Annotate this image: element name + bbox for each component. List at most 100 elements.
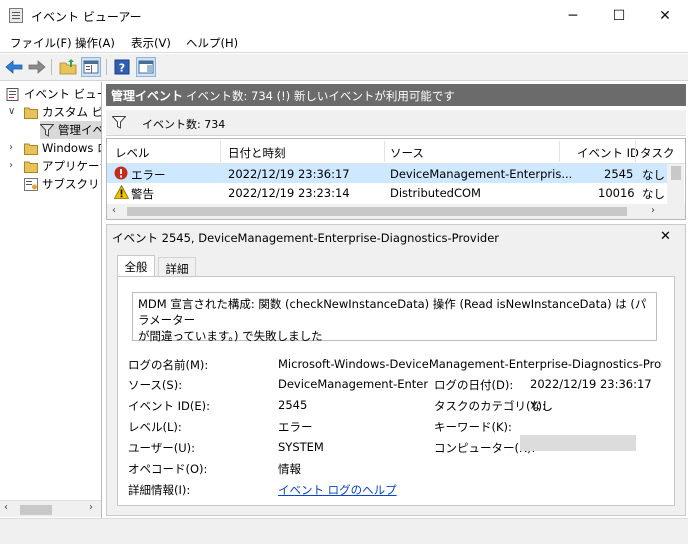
scroll-thumb[interactable] (127, 207, 627, 216)
column-divider[interactable] (384, 141, 385, 162)
cell-datetime: 2022/12/19 23:23:14 (228, 186, 350, 200)
user-label: ユーザー(U): (128, 441, 196, 455)
logged-date-value: 2022/12/19 23:36:17 (530, 377, 652, 391)
tree-item-applications-services[interactable]: アプリケーションとサービス ログ (24, 157, 101, 175)
subscriptions-icon (24, 177, 38, 191)
chevron-down-icon[interactable]: ∨ (8, 106, 15, 117)
column-header-level[interactable]: レベル (115, 145, 150, 161)
view-header: 管理イベント イベント数: 734 (!) 新しいイベントが利用可能です (106, 84, 686, 106)
tree-item-custom-views[interactable]: カスタム ビュー (24, 103, 101, 121)
minimize-button[interactable]: ─ (550, 0, 596, 31)
column-divider[interactable] (635, 141, 636, 162)
table-header: レベル 日付と時刻 ソース イベント ID タスク (107, 139, 685, 164)
user-value: SYSTEM (278, 440, 324, 454)
menu-help[interactable]: ヘルプ(H) (186, 35, 238, 51)
table-vertical-scrollbar[interactable] (667, 164, 684, 204)
back-arrow-icon[interactable] (4, 57, 24, 77)
event-log-help-link[interactable]: イベント ログのヘルプ (278, 482, 397, 498)
show-action-pane-icon[interactable] (136, 57, 156, 77)
maximize-button[interactable]: ☐ (596, 0, 642, 31)
status-bar (0, 518, 688, 544)
cell-level: エラー (131, 168, 166, 182)
forward-arrow-icon[interactable] (27, 57, 47, 77)
scroll-left-icon[interactable]: ‹ (4, 502, 8, 513)
event-id-value: 2545 (278, 398, 308, 412)
view-title: 管理イベント (111, 89, 184, 103)
general-tab-panel: MDM 宣言された構成: 関数 (checkNewInstanceData) 操… (117, 276, 675, 506)
event-viewer-app-icon (9, 8, 23, 23)
console-tree: イベント ビューアー ∨ カスタム ビュー 管理イベント › Windows ロ… (0, 82, 102, 518)
cell-task: なし (642, 187, 665, 201)
log-name-value: Microsoft-Windows-DeviceManagement-Enter… (278, 357, 662, 371)
events-table: レベル 日付と時刻 ソース イベント ID タスク エラー 2022/12/19… (106, 138, 686, 220)
scroll-thumb[interactable] (20, 505, 52, 515)
chevron-right-icon[interactable]: › (9, 160, 13, 171)
toolbar-separator (51, 59, 52, 75)
column-divider[interactable] (220, 141, 221, 162)
tree-label-applications-services: アプリケーションとサービス ログ (42, 159, 101, 173)
cell-event-id: 10016 (598, 186, 635, 200)
tab-general[interactable]: 全般 (117, 255, 155, 277)
opcode-value: 情報 (278, 462, 301, 476)
column-header-datetime[interactable]: 日付と時刻 (228, 145, 286, 161)
event-id-label: イベント ID(E): (128, 399, 211, 413)
tree-label-windows-logs: Windows ログ (42, 141, 101, 155)
warning-icon (114, 185, 129, 199)
chevron-right-icon[interactable]: › (9, 142, 13, 153)
tab-details[interactable]: 詳細 (158, 257, 196, 276)
more-info-label: 詳細情報(I): (128, 483, 191, 497)
filter-icon[interactable] (112, 116, 126, 129)
close-detail-icon[interactable]: ✕ (660, 229, 671, 244)
level-label: レベル(L): (128, 420, 182, 434)
scroll-right-icon[interactable]: › (89, 502, 93, 513)
table-row[interactable]: エラー 2022/12/19 23:36:17 DeviceManagement… (107, 164, 667, 183)
toolbar: ? (0, 54, 688, 81)
scroll-left-icon[interactable]: ‹ (112, 205, 116, 216)
log-name-label: ログの名前(M): (128, 358, 209, 372)
column-header-event-id[interactable]: イベント ID (577, 145, 639, 161)
help-icon[interactable]: ? (112, 57, 132, 77)
menu-bar: ファイル(F) 操作(A) 表示(V) ヘルプ(H) (0, 31, 688, 53)
keywords-label: キーワード(K): (434, 420, 512, 434)
event-viewer-icon (6, 87, 19, 101)
event-message-line: MDM 宣言された構成: 関数 (checkNewInstanceData) 操… (138, 297, 647, 327)
event-message-line: が間違っています。) で失敗しました (138, 329, 323, 343)
menu-file[interactable]: ファイル(F) (10, 35, 72, 51)
folder-up-icon[interactable] (58, 57, 78, 77)
cell-source: DeviceManagement-Enterpris... (390, 167, 573, 181)
tree-item-subscriptions[interactable]: サブスクリプション (24, 175, 101, 193)
cell-task: なし (642, 168, 665, 182)
tree-label-administrative-events: 管理イベント (58, 123, 101, 137)
menu-action[interactable]: 操作(A) (75, 35, 115, 51)
source-value: DeviceManagement-Enterpris (278, 377, 428, 391)
tree-item-windows-logs[interactable]: Windows ログ (24, 139, 101, 157)
folder-icon (24, 143, 38, 155)
cell-datetime: 2022/12/19 23:36:17 (228, 167, 350, 181)
table-horizontal-scrollbar[interactable]: ‹ › (107, 204, 685, 219)
folder-icon (24, 107, 38, 119)
show-hide-tree-icon[interactable] (81, 57, 101, 77)
tree-item-event-viewer-root[interactable]: イベント ビューアー (6, 85, 101, 103)
filter-icon (40, 123, 54, 137)
event-count: イベント数: 734 (142, 118, 226, 131)
tree-item-administrative-events[interactable]: 管理イベント (40, 121, 101, 139)
scroll-right-icon[interactable]: › (651, 205, 655, 216)
event-detail-pane: イベント 2545, DeviceManagement-Enterprise-D… (106, 224, 686, 516)
level-value: エラー (278, 420, 313, 434)
scroll-thumb[interactable] (671, 166, 681, 180)
folder-icon (24, 161, 38, 173)
column-header-source[interactable]: ソース (390, 145, 424, 161)
tree-label-event-viewer: イベント ビューアー (24, 87, 101, 101)
column-divider[interactable] (559, 141, 560, 162)
tree-horizontal-scrollbar[interactable]: ‹ › (0, 500, 101, 517)
source-label: ソース(S): (128, 378, 183, 392)
close-window-button[interactable]: ✕ (642, 0, 688, 31)
title-bar: イベント ビューアー ─ ☐ ✕ (0, 0, 688, 31)
svg-text:?: ? (119, 62, 125, 75)
menu-view[interactable]: 表示(V) (131, 35, 171, 51)
error-icon (114, 166, 128, 180)
event-message-box[interactable]: MDM 宣言された構成: 関数 (checkNewInstanceData) 操… (132, 292, 657, 343)
tree-label-custom-views: カスタム ビュー (42, 105, 101, 119)
column-header-task[interactable]: タスク (640, 145, 675, 161)
table-row[interactable]: 警告 2022/12/19 23:23:14 DistributedCOM 10… (107, 183, 667, 202)
